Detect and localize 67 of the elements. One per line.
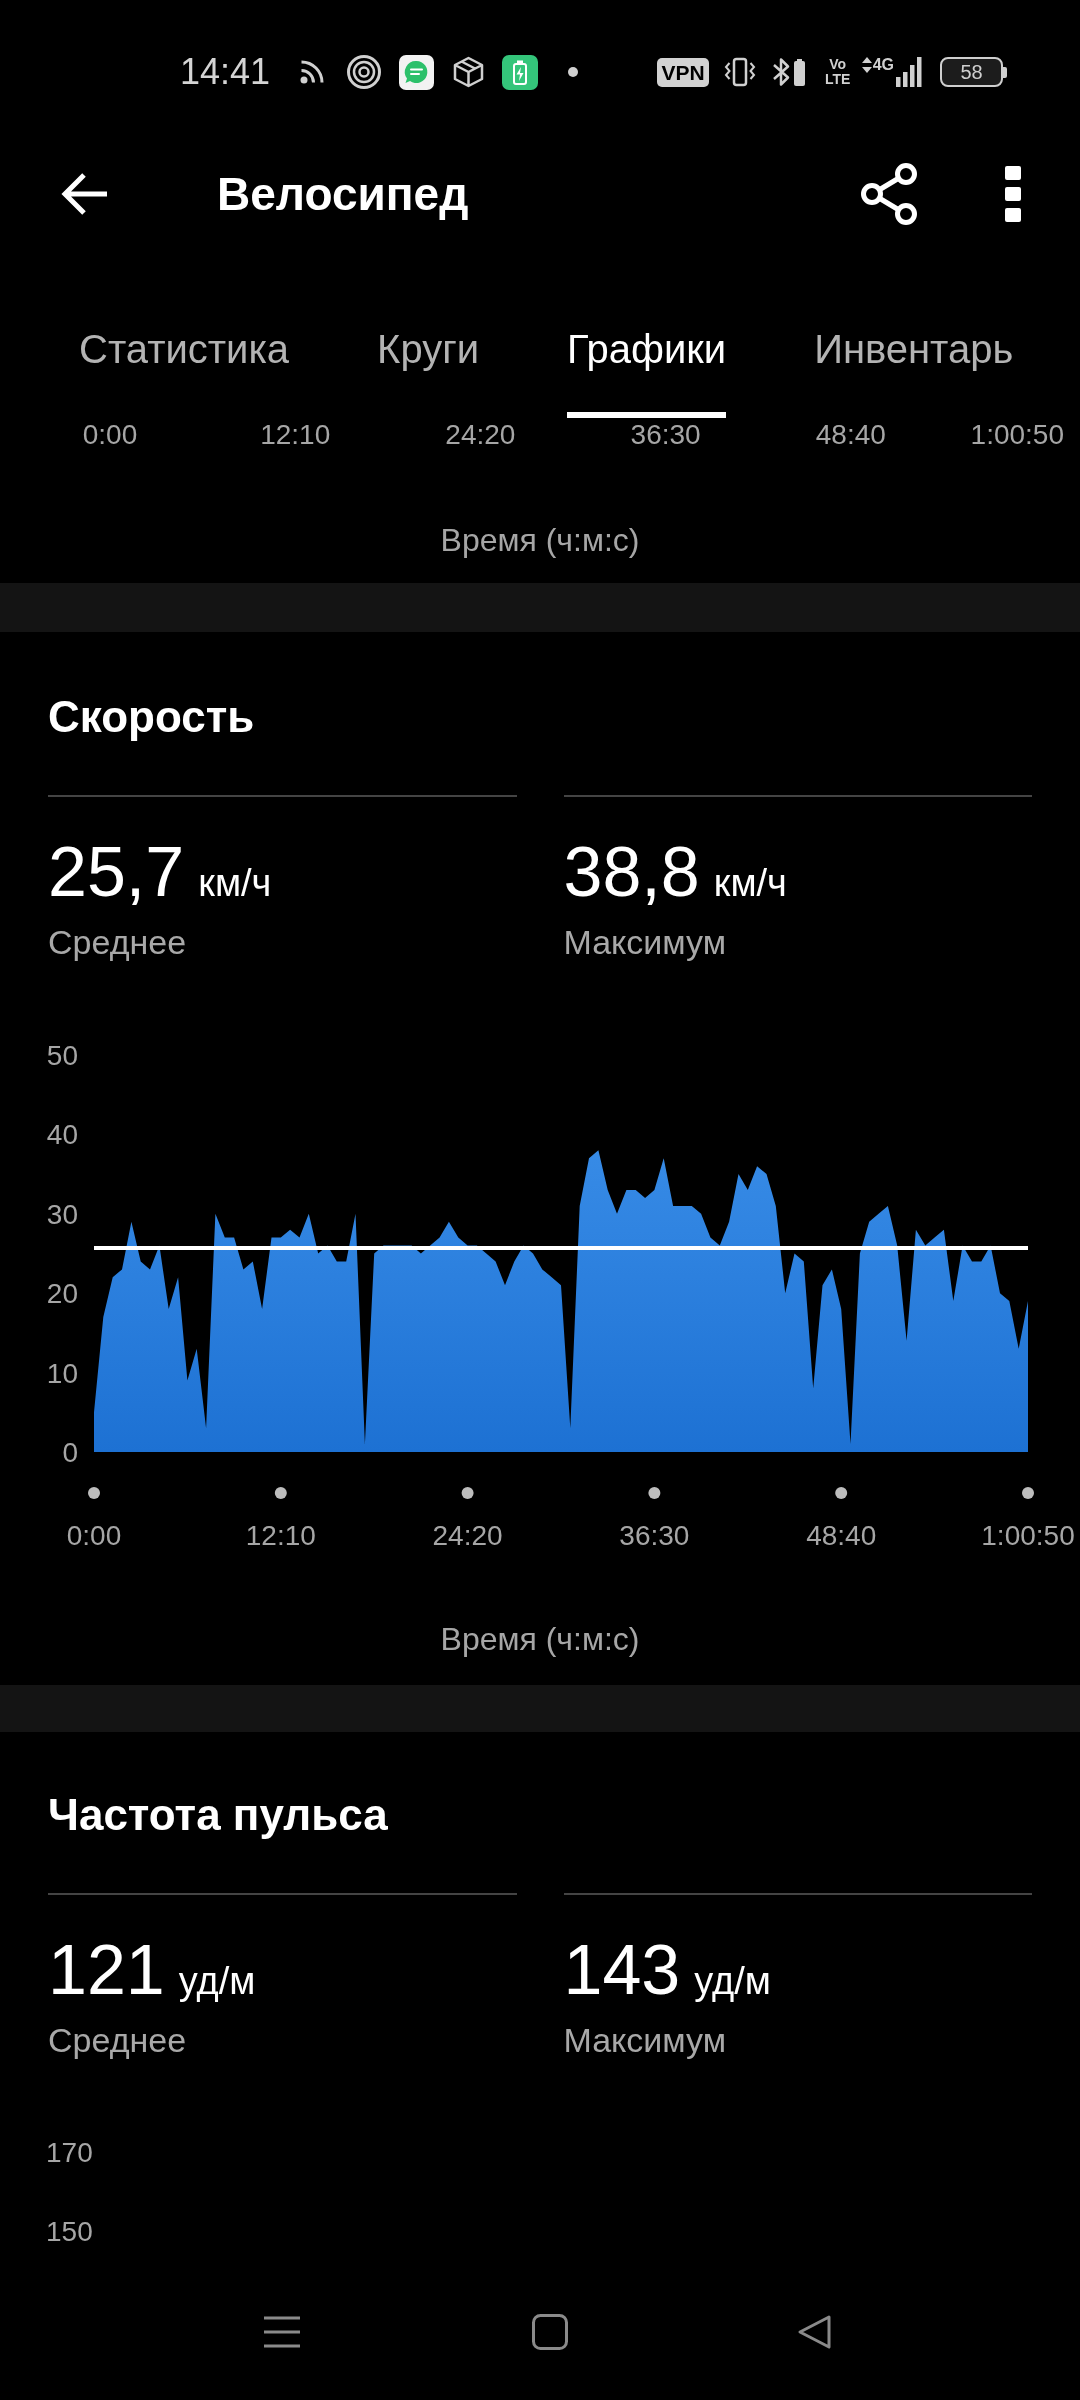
more-icon[interactable] <box>1005 166 1021 222</box>
section-title: Частота пульса <box>48 1789 389 1841</box>
stat-unit: км/ч <box>198 863 272 903</box>
stat-unit: уд/м <box>178 1961 256 2001</box>
stat-unit: км/ч <box>713 863 787 903</box>
x-axis-label: 36:30 <box>619 1520 690 1551</box>
y-axis-label: 30 <box>46 1198 78 1230</box>
tick-dot-icon <box>835 1487 848 1499</box>
back-arrow-icon[interactable] <box>61 172 109 216</box>
y-axis-label: 150 <box>46 2215 93 2249</box>
battery-indicator: 58 <box>940 57 1007 87</box>
dot-icon <box>568 67 579 77</box>
y-axis-label: 50 <box>46 1040 78 1071</box>
y-axis-label: 10 <box>46 1357 78 1389</box>
status-time: 14:41 <box>180 52 271 92</box>
x-axis-label: 48:40 <box>815 418 886 452</box>
stat-value: 25,7 <box>48 837 185 907</box>
y-axis-label: 170 <box>46 2136 93 2170</box>
axis-title: Время (ч:м:с) <box>439 521 641 560</box>
y-axis-label: 40 <box>46 1119 78 1151</box>
stat-label: Максимум <box>563 922 727 962</box>
x-axis-label: 24:20 <box>445 418 516 452</box>
x-axis-label: 12:10 <box>260 418 331 452</box>
y-axis-label: 20 <box>46 1278 78 1310</box>
stat-value: 143 <box>563 1935 681 2005</box>
vpn-badge: VPN <box>657 57 709 87</box>
y-axis-label: 0 <box>62 1437 78 1468</box>
x-axis-label: 12:10 <box>245 1520 316 1551</box>
vibrate-icon <box>723 57 756 87</box>
stat-unit: уд/м <box>694 1961 771 2001</box>
data-arrows-icon <box>861 57 872 73</box>
x-axis-label: 36:30 <box>630 418 701 452</box>
x-axis-label: 0:00 <box>82 418 138 452</box>
x-axis-label: 0:00 <box>66 1520 122 1551</box>
signal-bars-icon <box>896 57 922 87</box>
home-icon[interactable] <box>532 2314 568 2350</box>
cube-icon <box>453 56 485 88</box>
screen-title: Велосипед <box>217 167 469 221</box>
tick-dot-icon <box>274 1487 287 1499</box>
stat-label: Максимум <box>563 2020 727 2060</box>
section-title: Скорость <box>48 691 256 743</box>
tick-dot-icon <box>88 1487 100 1499</box>
stat-value: 38,8 <box>563 837 700 907</box>
tab[interactable]: Статистика <box>79 305 290 418</box>
tick-dot-icon <box>461 1487 474 1499</box>
x-axis-label: 1:00:50 <box>970 418 1064 452</box>
stat-label: Среднее <box>48 2020 187 2060</box>
tab[interactable]: Круги <box>377 305 480 418</box>
x-axis-label: 1:00:50 <box>981 1520 1075 1551</box>
tick-dot-icon <box>1022 1487 1034 1499</box>
tab[interactable]: Графики <box>567 305 727 418</box>
menu-icon[interactable] <box>264 2314 300 2350</box>
battery-charging-icon <box>502 54 539 90</box>
x-axis-label: 24:20 <box>432 1520 503 1551</box>
concentric-circles-icon <box>347 55 382 89</box>
tab[interactable]: Инвентарь <box>814 305 1014 418</box>
stat-value: 121 <box>48 1935 165 2005</box>
chat-bubble-icon <box>399 54 435 90</box>
tick-dot-icon <box>648 1487 661 1499</box>
volte-label: Vo LTE <box>823 57 852 87</box>
x-axis-label: 48:40 <box>806 1520 877 1551</box>
back-icon[interactable] <box>797 2314 833 2350</box>
axis-title: Время (ч:м:с) <box>439 1620 641 1659</box>
share-icon[interactable] <box>860 162 918 226</box>
stat-label: Среднее <box>48 922 187 962</box>
rss-icon <box>300 60 325 84</box>
network-type-label: 4G <box>872 57 894 73</box>
